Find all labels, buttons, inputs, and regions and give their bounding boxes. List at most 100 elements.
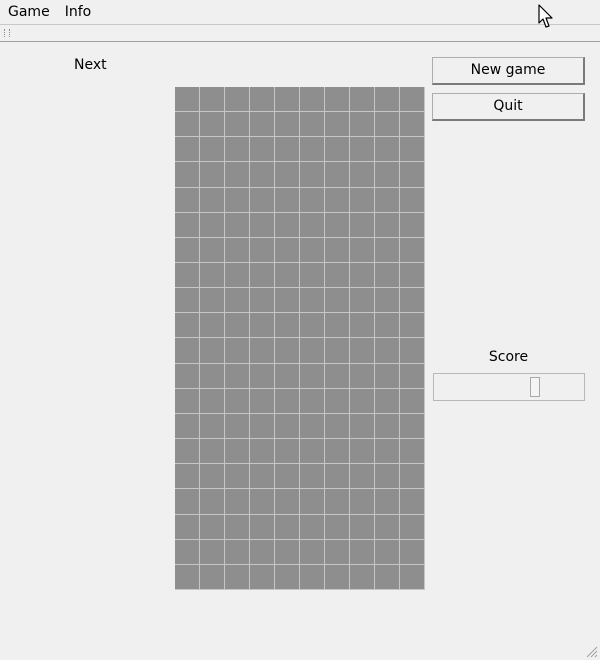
board-cell [275, 313, 300, 339]
board-cell [175, 162, 200, 188]
board-cell [175, 514, 200, 540]
board-cell [250, 313, 275, 339]
board-cell [200, 564, 225, 590]
board-cell [300, 187, 325, 213]
board-cell [225, 212, 250, 238]
board-cell [225, 187, 250, 213]
board-cell [200, 288, 225, 314]
menu-info[interactable]: Info [57, 0, 99, 24]
board-cell [225, 464, 250, 490]
game-window: Game Info Next New game Quit Score [0, 0, 600, 660]
board-cell [300, 288, 325, 314]
board-cell [375, 514, 400, 540]
board-cell [375, 237, 400, 264]
board-cell [275, 137, 300, 163]
board-cell [275, 439, 300, 465]
board-cell [375, 464, 400, 490]
toolbar-grip-icon[interactable] [4, 29, 10, 37]
board-cell [325, 464, 350, 490]
board-cell [175, 439, 200, 465]
board-cell [375, 288, 400, 314]
board-cell [350, 187, 375, 213]
board-cell [275, 413, 300, 440]
board-cell [300, 162, 325, 188]
board-cell [325, 439, 350, 465]
board-cell [200, 237, 225, 264]
menu-game[interactable]: Game [0, 0, 57, 24]
board-cell [375, 439, 400, 465]
board-cell [225, 413, 250, 440]
board-cell [275, 564, 300, 590]
board-cell [275, 237, 300, 264]
board-cell [200, 187, 225, 213]
quit-button[interactable]: Quit [432, 93, 585, 121]
board-cell [200, 263, 225, 289]
board-cell [225, 388, 250, 414]
board-cell [200, 388, 225, 414]
board-cell [325, 237, 350, 264]
board-cell [200, 464, 225, 490]
board-cell [175, 464, 200, 490]
board-cell [300, 338, 325, 364]
board-cell [200, 539, 225, 565]
board-cell [275, 388, 300, 414]
board-cell [300, 137, 325, 163]
mouse-pointer-icon [538, 4, 553, 28]
score-label: Score [488, 349, 529, 365]
board-cell [250, 388, 275, 414]
score-indicator [530, 377, 540, 397]
board-cell [400, 564, 425, 590]
board-cell [175, 212, 200, 238]
board-cell [250, 162, 275, 188]
board-cell [200, 338, 225, 364]
board-cell [200, 514, 225, 540]
board-cell [225, 288, 250, 314]
board-cell [225, 137, 250, 163]
board-cell [250, 539, 275, 565]
board-cell [175, 338, 200, 364]
board-cell [200, 489, 225, 515]
board-cell [175, 363, 200, 389]
new-game-button[interactable]: New game [432, 57, 585, 85]
board-cell [400, 313, 425, 339]
board-cell [275, 514, 300, 540]
board-cell [300, 564, 325, 590]
board-cell [275, 489, 300, 515]
board-cell [375, 413, 400, 440]
board-cell [375, 137, 400, 163]
board-cell [375, 162, 400, 188]
board-cell [400, 263, 425, 289]
board-cell [175, 313, 200, 339]
board-cell [375, 112, 400, 138]
resize-grip-icon[interactable] [584, 644, 598, 658]
board-cell [275, 212, 300, 238]
board-cell [250, 489, 275, 515]
board-cell [375, 338, 400, 364]
board-cell [300, 514, 325, 540]
board-cell [400, 388, 425, 414]
board-cell [350, 514, 375, 540]
board-cell [325, 413, 350, 440]
board-cell [350, 263, 375, 289]
board-cell [400, 162, 425, 188]
board-cell [400, 288, 425, 314]
toolbar [0, 25, 600, 42]
board-cell [275, 539, 300, 565]
board-cell [300, 212, 325, 238]
board-cell [325, 162, 350, 188]
board-cell [250, 237, 275, 264]
board-cell [375, 564, 400, 590]
board-cell [325, 137, 350, 163]
board-cell [300, 363, 325, 389]
board-cell [225, 313, 250, 339]
board-cell [400, 237, 425, 264]
board-cell [250, 187, 275, 213]
board-cell [175, 413, 200, 440]
board-cell [200, 413, 225, 440]
game-board[interactable] [175, 87, 425, 590]
board-cell [325, 313, 350, 339]
board-cell [375, 313, 400, 339]
board-cell [350, 313, 375, 339]
board-cell [275, 288, 300, 314]
board-cell [300, 237, 325, 264]
